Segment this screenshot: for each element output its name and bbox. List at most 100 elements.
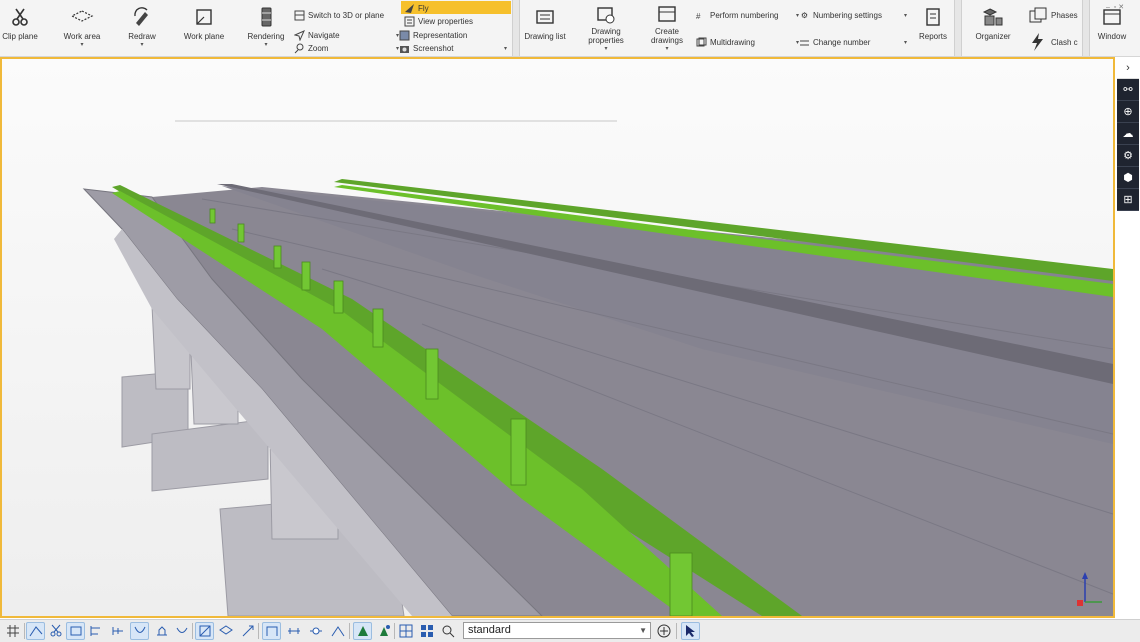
objects-panel-button[interactable]: ⬢ <box>1117 167 1139 189</box>
rendering-button[interactable]: Rendering ▾ <box>244 2 288 54</box>
snap-free-button[interactable] <box>353 622 372 640</box>
snap-curve-button[interactable] <box>172 622 191 640</box>
perform-numbering-label: Perform numbering <box>710 10 779 20</box>
snap-layers-button[interactable] <box>216 622 235 640</box>
create-drawings-icon <box>656 2 678 27</box>
drawing-list-label: Drawing list <box>524 32 566 41</box>
group-separator <box>512 0 520 56</box>
snap-perpendicular-button[interactable] <box>262 622 281 640</box>
global-panel-button[interactable]: ⊕ <box>1117 101 1139 123</box>
tangent-icon <box>331 626 344 637</box>
clash-check-label: Clash c <box>1051 37 1078 47</box>
snap-point-button[interactable] <box>374 622 393 640</box>
phases-icon <box>1028 7 1048 23</box>
phases-button[interactable]: Phases <box>1028 7 1078 23</box>
fly-icon <box>404 3 415 14</box>
multidrawing-button[interactable]: Multidrawing <box>696 36 755 48</box>
navigate-button[interactable]: Navigate <box>294 29 340 41</box>
view-group-expand[interactable]: ▾ <box>504 42 507 54</box>
create-drawings-button[interactable]: Create drawings ▾ <box>644 2 690 54</box>
chevron-down-icon: ▼ <box>639 626 647 635</box>
restore-icon[interactable]: ▫ <box>1114 4 1116 11</box>
select-components-button[interactable] <box>396 622 415 640</box>
bridge-3d-model <box>82 120 1113 616</box>
switch-3d-label: Switch to 3D or plane <box>308 10 385 20</box>
snap-box-button[interactable] <box>66 622 85 640</box>
components-panel-button[interactable]: ⊞ <box>1117 189 1139 211</box>
toolbar-separator <box>676 623 677 639</box>
snap-diagonal-button[interactable] <box>238 622 257 640</box>
collapse-panel-button[interactable]: › <box>1117 57 1139 79</box>
toolbar-separator <box>24 623 25 639</box>
organizer-button[interactable]: Organizer <box>970 2 1016 54</box>
redraw-icon <box>131 2 153 32</box>
fly-button[interactable]: Fly <box>404 2 429 14</box>
view-properties-label: View properties <box>418 16 473 26</box>
screenshot-label: Screenshot <box>413 43 454 53</box>
snap-plane-button[interactable] <box>195 622 214 640</box>
chevron-down-icon: ▾ <box>140 42 144 48</box>
snap-line-button[interactable] <box>284 622 303 640</box>
properties-panel-button[interactable]: ⚯ <box>1117 79 1139 101</box>
snap-align-button[interactable] <box>86 622 105 640</box>
model-viewport[interactable] <box>0 57 1115 618</box>
minimize-icon[interactable]: – <box>1106 4 1110 11</box>
redraw-button[interactable]: Redraw ▾ <box>124 2 160 54</box>
representation-button[interactable]: ▾ Representation <box>396 29 467 41</box>
select-filter-button[interactable] <box>438 622 457 640</box>
perform-numbering-button[interactable]: # Perform numbering <box>696 9 778 21</box>
numbering-settings-button[interactable]: ▾ ⚙ Numbering settings <box>796 9 882 21</box>
work-area-button[interactable]: Work area ▾ <box>60 2 104 54</box>
snap-toolbar: standard ▼ <box>0 619 1140 642</box>
drawing-list-icon <box>534 2 556 32</box>
redraw-label: Redraw <box>128 32 156 41</box>
close-icon[interactable]: ✕ <box>1118 3 1124 11</box>
snap-ref-lines-button[interactable] <box>26 622 45 640</box>
snap-tangent-button[interactable] <box>328 622 347 640</box>
change-number-expand[interactable]: ▾ <box>904 36 907 48</box>
work-plane-button[interactable]: Work plane <box>182 2 226 54</box>
select-pointer-button[interactable] <box>681 622 700 640</box>
window-controls[interactable]: – ▫ ✕ <box>1106 1 1124 13</box>
snap-lines-icon <box>29 626 42 637</box>
align-icon <box>90 626 100 636</box>
plane-icon <box>199 625 210 637</box>
numbering-expand[interactable]: ▾ <box>904 9 907 21</box>
box-icon <box>70 626 81 636</box>
selection-filter-select[interactable]: standard ▼ <box>463 622 651 639</box>
drawing-properties-label: Drawing properties <box>588 27 624 45</box>
grid-icon: ⊞ <box>1123 194 1133 206</box>
snap-midpoint-button[interactable] <box>306 622 325 640</box>
snap-cut-button[interactable] <box>46 622 65 640</box>
clip-plane-label: Clip plane <box>2 32 38 41</box>
link-icon: ⚯ <box>1123 84 1133 96</box>
zoom-button[interactable]: Zoom <box>294 42 328 54</box>
drawing-properties-button[interactable]: Drawing properties ▾ <box>582 2 630 54</box>
end-snap-icon <box>112 627 123 635</box>
clip-plane-button[interactable]: Clip plane <box>0 2 40 54</box>
reports-button[interactable]: Reports <box>914 2 952 54</box>
settings-panel-button[interactable]: ⚙ <box>1117 145 1139 167</box>
object-snap-icon <box>156 626 167 636</box>
globe-icon: ⊕ <box>1123 106 1133 118</box>
triangle-icon <box>357 626 368 636</box>
work-area-label: Work area <box>63 32 101 41</box>
group-separator <box>1082 0 1090 56</box>
create-drawings-label: Create drawings <box>650 27 683 45</box>
change-number-label: Change number <box>813 37 871 47</box>
screenshot-button[interactable]: ▾ Screenshot <box>396 42 453 54</box>
side-panel: › ⚯ ⊕ ☁ ⚙ ⬢ ⊞ <box>1117 57 1140 618</box>
snap-end-button[interactable] <box>108 622 127 640</box>
filter-settings-button[interactable] <box>654 622 673 640</box>
view-properties-button[interactable]: View properties <box>404 15 473 27</box>
clash-check-button[interactable]: Clash c <box>1028 33 1078 51</box>
grid-snap-button[interactable] <box>3 622 22 640</box>
select-assemblies-button[interactable] <box>417 622 436 640</box>
cloud-panel-button[interactable]: ☁ <box>1117 123 1139 145</box>
switch-3d-button[interactable]: Switch to 3D or plane <box>294 9 384 21</box>
drawing-list-button[interactable]: Drawing list <box>520 2 570 54</box>
change-number-button[interactable]: ▾ Change number <box>796 36 870 48</box>
chevron-down-icon: ▾ <box>604 46 608 52</box>
snap-arc-button[interactable] <box>130 622 149 640</box>
snap-object-button[interactable] <box>152 622 171 640</box>
